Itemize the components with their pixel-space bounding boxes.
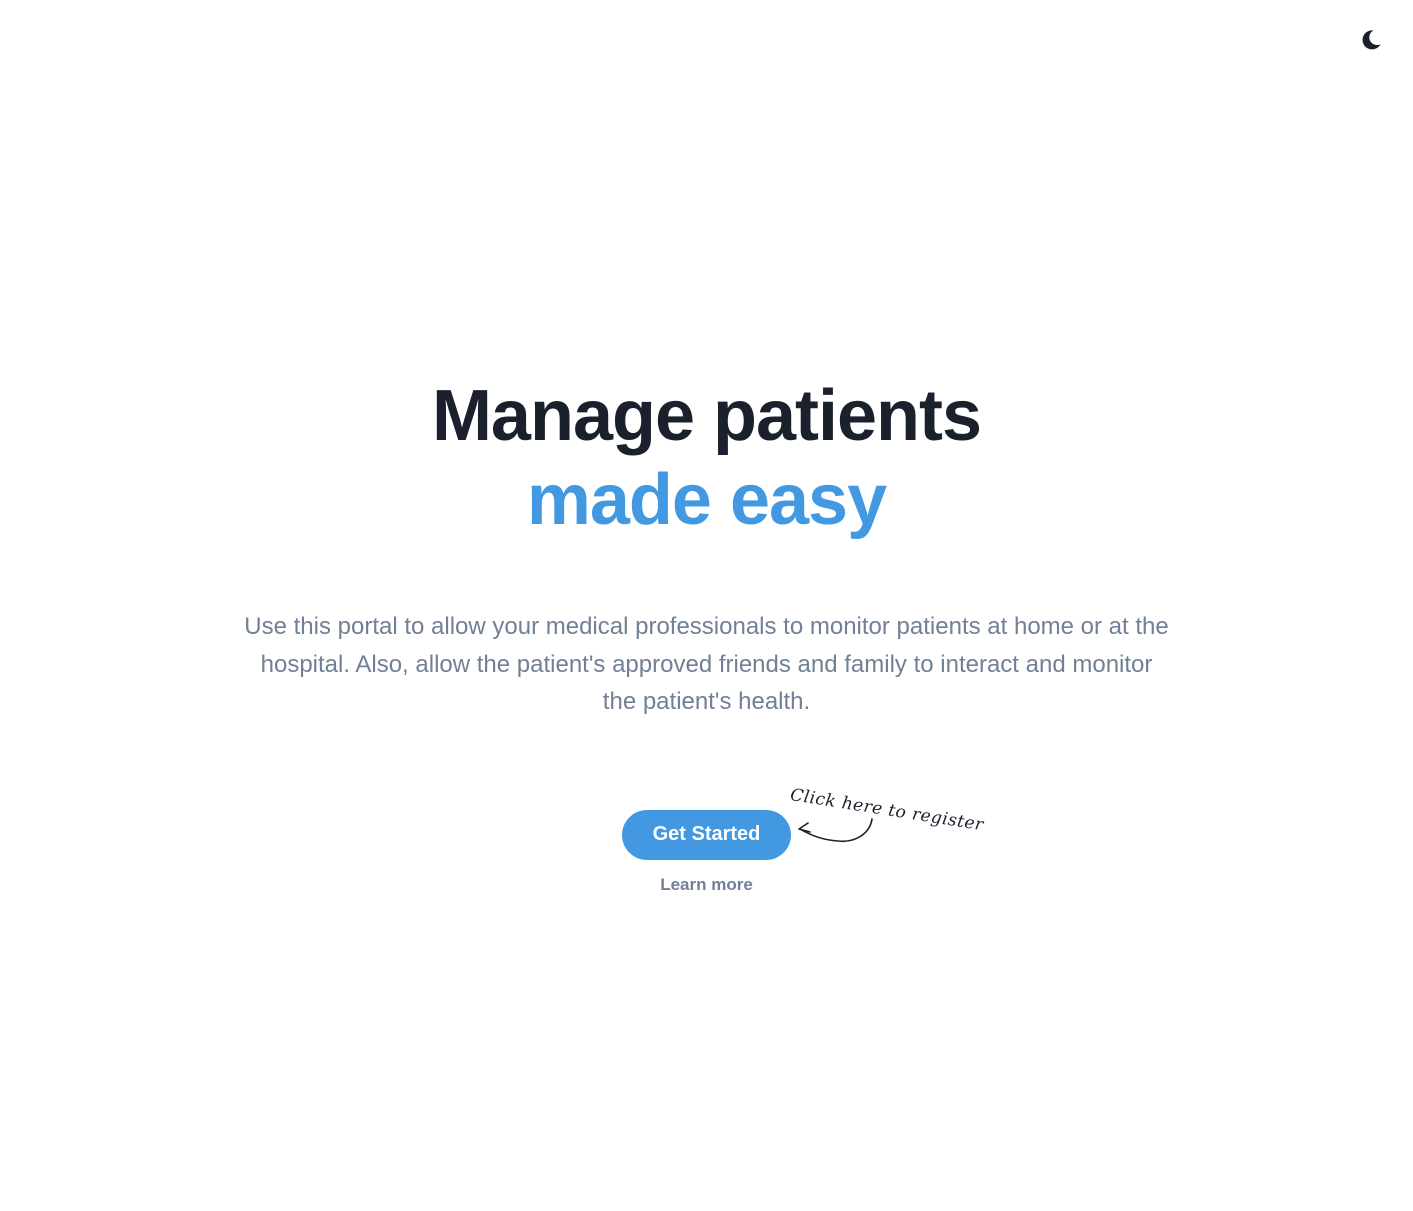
learn-more-link[interactable]: Learn more	[622, 875, 791, 895]
landing-page: Manage patients made easy Use this porta…	[0, 0, 1413, 1211]
hero-headline: Manage patients made easy	[0, 374, 1413, 542]
hero-section: Manage patients made easy Use this porta…	[0, 374, 1413, 901]
cta-area: Get Started Learn more Click here to reg…	[0, 771, 1413, 901]
curved-arrow-icon	[798, 817, 873, 842]
headline-line-2-highlight: made easy	[526, 460, 887, 540]
headline-line-1: Manage patients	[431, 376, 982, 456]
register-annotation: Click here to register	[789, 785, 985, 855]
moon-icon	[1362, 30, 1381, 50]
hero-description: Use this portal to allow your medical pr…	[244, 613, 1169, 715]
get-started-button[interactable]: Get Started	[622, 809, 791, 860]
theme-toggle-button[interactable]	[1357, 26, 1385, 54]
